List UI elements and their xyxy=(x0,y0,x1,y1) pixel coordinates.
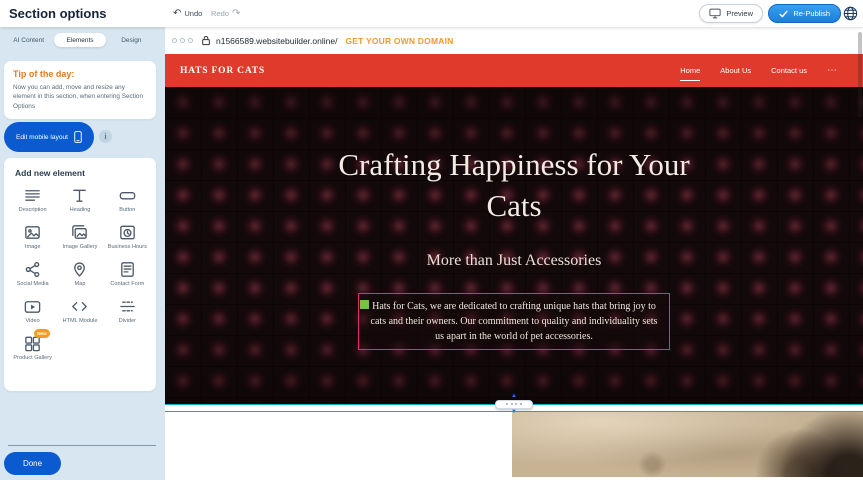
info-icon[interactable]: i xyxy=(99,130,112,143)
video-icon xyxy=(23,297,43,316)
tab-ai-content[interactable]: AI Content xyxy=(3,33,54,47)
phone-icon xyxy=(74,130,82,144)
heading-icon xyxy=(70,186,90,205)
get-domain-link[interactable]: GET YOUR OWN DOMAIN xyxy=(345,36,453,46)
edit-mobile-layout-button[interactable]: Edit mobile layout xyxy=(4,122,94,152)
element-item-contact-form[interactable]: Contact Form xyxy=(104,260,151,288)
sidebar: AI Content Elements Design Tip of the da… xyxy=(0,27,165,480)
product-gallery-icon: New xyxy=(23,334,43,353)
tip-body: Now you can add, move and resize any ele… xyxy=(13,83,147,111)
site-logo[interactable]: Hats for Cats xyxy=(180,66,265,76)
tip-title: Tip of the day: xyxy=(13,69,147,79)
hero-heading[interactable]: Crafting Happiness for Your Cats xyxy=(329,145,699,227)
resize-grip xyxy=(495,400,533,409)
hero-subheading[interactable]: More than Just Accessories xyxy=(165,252,863,270)
globe-icon[interactable] xyxy=(843,6,858,21)
sidebar-divider xyxy=(8,445,156,446)
element-item-heading[interactable]: Heading xyxy=(56,186,103,214)
browser-bar: n1566589.websitebuilder.online/ GET YOUR… xyxy=(165,27,863,54)
tip-card: Tip of the day: Now you can add, move an… xyxy=(4,61,156,119)
monitor-icon xyxy=(709,8,721,19)
element-item-html-module[interactable]: HTML Module xyxy=(56,297,103,325)
element-item-button[interactable]: Button xyxy=(104,186,151,214)
share-icon xyxy=(23,260,43,279)
image-icon xyxy=(23,223,43,242)
undo-button[interactable]: ↶ Undo xyxy=(173,0,202,27)
add-element-panel: Add new element Description Heading Butt… xyxy=(4,158,156,391)
text-lines-icon xyxy=(23,186,43,205)
redo-button[interactable]: Redo ↷ xyxy=(211,0,240,27)
add-element-title: Add new element xyxy=(15,168,151,178)
nav-item-contact-us[interactable]: Contact us xyxy=(771,66,807,75)
new-badge: New xyxy=(34,329,49,338)
lock-icon xyxy=(201,35,211,46)
map-pin-icon xyxy=(70,260,90,279)
element-item-video[interactable]: Video xyxy=(9,297,56,325)
image-gallery-icon xyxy=(70,223,90,242)
scrollbar[interactable] xyxy=(858,32,862,117)
site-nav: Home About Us Contact us ⋯ xyxy=(680,66,837,76)
site-header: Hats for Cats Home About Us Contact us ⋯ xyxy=(165,54,863,87)
nav-more-icon[interactable]: ⋯ xyxy=(827,66,837,76)
element-item-product-gallery[interactable]: New Product Gallery xyxy=(9,334,56,362)
code-icon xyxy=(70,297,90,316)
arrow-down-icon: ▼ xyxy=(511,409,517,416)
button-icon xyxy=(117,186,137,205)
hero-paragraph[interactable]: Hats for Cats, we are dedicated to craft… xyxy=(358,293,670,350)
tab-design[interactable]: Design xyxy=(106,33,157,47)
topbar: Section options ↶ Undo Redo ↷ Preview Re… xyxy=(0,0,863,27)
element-item-social-media[interactable]: Social Media xyxy=(9,260,56,288)
site-preview: n1566589.websitebuilder.online/ GET YOUR… xyxy=(165,27,863,480)
nav-item-home[interactable]: Home xyxy=(680,66,700,75)
business-hours-icon xyxy=(117,223,137,242)
arrow-up-icon: ▲ xyxy=(511,393,517,400)
element-item-business-hours[interactable]: Business Hours xyxy=(104,223,151,251)
divider-icon xyxy=(117,297,137,316)
site-url: n1566589.websitebuilder.online/ xyxy=(216,36,337,46)
redo-icon: ↷ xyxy=(232,9,240,19)
element-grid: Description Heading Button xyxy=(9,186,151,362)
form-icon xyxy=(117,260,137,279)
tab-elements[interactable]: Elements xyxy=(54,33,105,47)
element-item-image[interactable]: Image xyxy=(9,223,56,251)
check-icon xyxy=(779,10,788,18)
nav-item-about-us[interactable]: About Us xyxy=(720,66,751,75)
preview-button[interactable]: Preview xyxy=(699,4,763,23)
next-section-image[interactable] xyxy=(512,412,863,477)
page-title: Section options xyxy=(9,6,107,21)
undo-icon: ↶ xyxy=(173,9,181,19)
section-resize-handle[interactable]: ▲ ▼ xyxy=(495,393,533,415)
element-item-map[interactable]: Map xyxy=(56,260,103,288)
sidebar-tabs: AI Content Elements Design xyxy=(3,33,157,47)
element-item-divider[interactable]: Divider xyxy=(104,297,151,325)
republish-button[interactable]: Re-Publish xyxy=(768,4,841,23)
next-section xyxy=(165,412,863,477)
hero-section[interactable]: Crafting Happiness for Your Cats More th… xyxy=(165,87,863,404)
element-drag-handle[interactable] xyxy=(360,300,369,309)
window-dots-icon xyxy=(172,38,193,43)
done-button[interactable]: Done xyxy=(4,452,61,475)
element-item-description[interactable]: Description xyxy=(9,186,56,214)
element-item-image-gallery[interactable]: Image Gallery xyxy=(56,223,103,251)
